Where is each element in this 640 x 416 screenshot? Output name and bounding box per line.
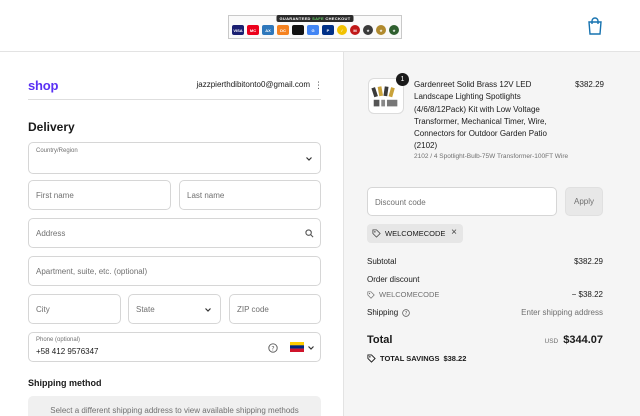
country-select[interactable]: Country/Region xyxy=(28,142,321,174)
apartment-placeholder: Apartment, suite, etc. (optional) xyxy=(36,267,148,276)
total-value: $344.07 xyxy=(563,334,603,346)
shipping-notice-text: Select a different shipping address to v… xyxy=(50,406,299,415)
phone-field[interactable]: Phone (optional) +58 412 9576347 ? xyxy=(28,332,321,362)
zip-placeholder: ZIP code xyxy=(237,305,269,314)
product-price: $382.29 xyxy=(575,80,604,89)
discover-icon: DC xyxy=(277,25,289,35)
order-summary-panel: 1 Gardenreet Solid Brass 12V LED Landsca… xyxy=(343,52,640,416)
shipping-value: Enter shipping address xyxy=(521,308,603,317)
order-discount-code-row: WELCOMECODE − $38.22 xyxy=(367,290,603,302)
applied-code-label: WELCOMECODE xyxy=(385,229,446,238)
shipping-row: Shipping ? Enter shipping address xyxy=(367,308,603,320)
trust-seal-icon-2: ★ xyxy=(376,25,386,35)
applied-discount-chip: WELCOMECODE × xyxy=(367,224,463,243)
checkout-header: GUARANTEED SAFE CHECKOUT VISA MC AX DC G P ✓ M ★… xyxy=(0,0,640,52)
account-email: jazzpierthdibitonto0@gmail.com xyxy=(196,80,310,89)
total-currency: USD xyxy=(544,338,559,345)
discount-code-input[interactable]: Discount code xyxy=(367,187,557,216)
shipping-method-heading: Shipping method xyxy=(28,378,102,388)
help-circle-icon[interactable]: ? xyxy=(268,343,278,353)
trust-seal-icon-3: ★ xyxy=(389,25,399,35)
chevron-down-icon xyxy=(306,157,312,161)
safe-checkout-title: GUARANTEED SAFE CHECKOUT xyxy=(276,15,354,22)
address-placeholder: Address xyxy=(36,229,66,238)
product-thumbnail: 1 xyxy=(368,73,409,114)
order-discount-code: WELCOMECODE xyxy=(367,290,439,299)
safe-checkout-badge: GUARANTEED SAFE CHECKOUT VISA MC AX DC G P ✓ M ★… xyxy=(228,15,402,39)
help-circle-icon[interactable]: ? xyxy=(402,308,410,317)
chevron-down-icon xyxy=(205,308,211,312)
visa-icon: VISA xyxy=(232,25,244,35)
city-placeholder: City xyxy=(36,305,50,314)
chevron-down-icon xyxy=(308,346,314,350)
tag-icon xyxy=(367,354,376,363)
subtotal-label: Subtotal xyxy=(367,257,397,266)
first-name-placeholder: First name xyxy=(36,191,74,200)
address-field[interactable]: Address xyxy=(28,218,321,248)
shipping-label-group: Shipping ? xyxy=(367,308,410,317)
norton-seal-icon: ✓ xyxy=(337,25,347,35)
quantity-badge: 1 xyxy=(396,73,409,86)
product-variant: 2102 / 4 Spotlight-Bulb-75W Transformer-… xyxy=(414,153,569,160)
tag-icon xyxy=(367,290,375,299)
phone-value: +58 412 9576347 xyxy=(36,347,99,356)
total-row: Total USD $344.07 xyxy=(367,334,603,350)
order-discount-value: − $38.22 xyxy=(571,290,603,299)
shop-logo: shop xyxy=(28,78,59,93)
apply-discount-button[interactable]: Apply xyxy=(565,187,603,216)
mcafee-seal-icon: M xyxy=(350,25,360,35)
order-discount-row: Order discount xyxy=(367,275,603,287)
total-savings-row: TOTAL SAVINGS $38.22 xyxy=(367,354,603,366)
apartment-field[interactable]: Apartment, suite, etc. (optional) xyxy=(28,256,321,286)
paypal-icon: P xyxy=(322,25,334,35)
tag-icon xyxy=(372,229,381,238)
order-discount-label: Order discount xyxy=(367,275,420,284)
order-discount-code-text: WELCOMECODE xyxy=(379,290,440,299)
total-label: Total xyxy=(367,334,393,346)
remove-discount-icon[interactable]: × xyxy=(451,227,457,238)
divider xyxy=(28,99,321,100)
svg-text:?: ? xyxy=(271,345,274,352)
applepay-icon xyxy=(292,25,304,35)
last-name-field[interactable]: Last name xyxy=(179,180,321,210)
trust-seal-icon-1: ★ xyxy=(363,25,373,35)
mastercard-icon: MC xyxy=(247,25,259,35)
discount-placeholder: Discount code xyxy=(375,198,426,207)
shopping-bag-icon[interactable] xyxy=(587,17,603,35)
zip-field[interactable]: ZIP code xyxy=(229,294,321,324)
delivery-heading: Delivery xyxy=(28,120,75,134)
product-title: Gardenreet Solid Brass 12V LED Landscape… xyxy=(414,80,547,151)
venezuela-flag-icon[interactable] xyxy=(290,342,304,352)
subtotal-row: Subtotal $382.29 xyxy=(367,257,603,269)
last-name-placeholder: Last name xyxy=(187,191,225,200)
city-field[interactable]: City xyxy=(28,294,121,324)
shipping-label: Shipping xyxy=(367,308,399,317)
country-label: Country/Region xyxy=(36,148,78,154)
search-icon xyxy=(305,229,314,238)
payment-icons-row: VISA MC AX DC G P ✓ M ★ ★ ★ xyxy=(232,25,399,35)
total-savings: TOTAL SAVINGS $38.22 xyxy=(367,354,466,363)
total-savings-label: TOTAL SAVINGS xyxy=(380,354,440,363)
state-placeholder: State xyxy=(136,305,155,314)
state-select[interactable]: State xyxy=(128,294,221,324)
subtotal-value: $382.29 xyxy=(574,257,603,266)
more-options-icon[interactable]: ⋮ xyxy=(314,80,323,91)
phone-label: Phone (optional) xyxy=(36,337,81,343)
total-amount-group: USD $344.07 xyxy=(545,334,604,346)
amex-icon: AX xyxy=(262,25,274,35)
shipping-method-notice: Select a different shipping address to v… xyxy=(28,396,321,416)
total-savings-value: $38.22 xyxy=(443,354,467,363)
first-name-field[interactable]: First name xyxy=(28,180,171,210)
gpay-icon: G xyxy=(307,25,319,35)
checkout-form-panel: shop jazzpierthdibitonto0@gmail.com ⋮ De… xyxy=(0,52,343,416)
